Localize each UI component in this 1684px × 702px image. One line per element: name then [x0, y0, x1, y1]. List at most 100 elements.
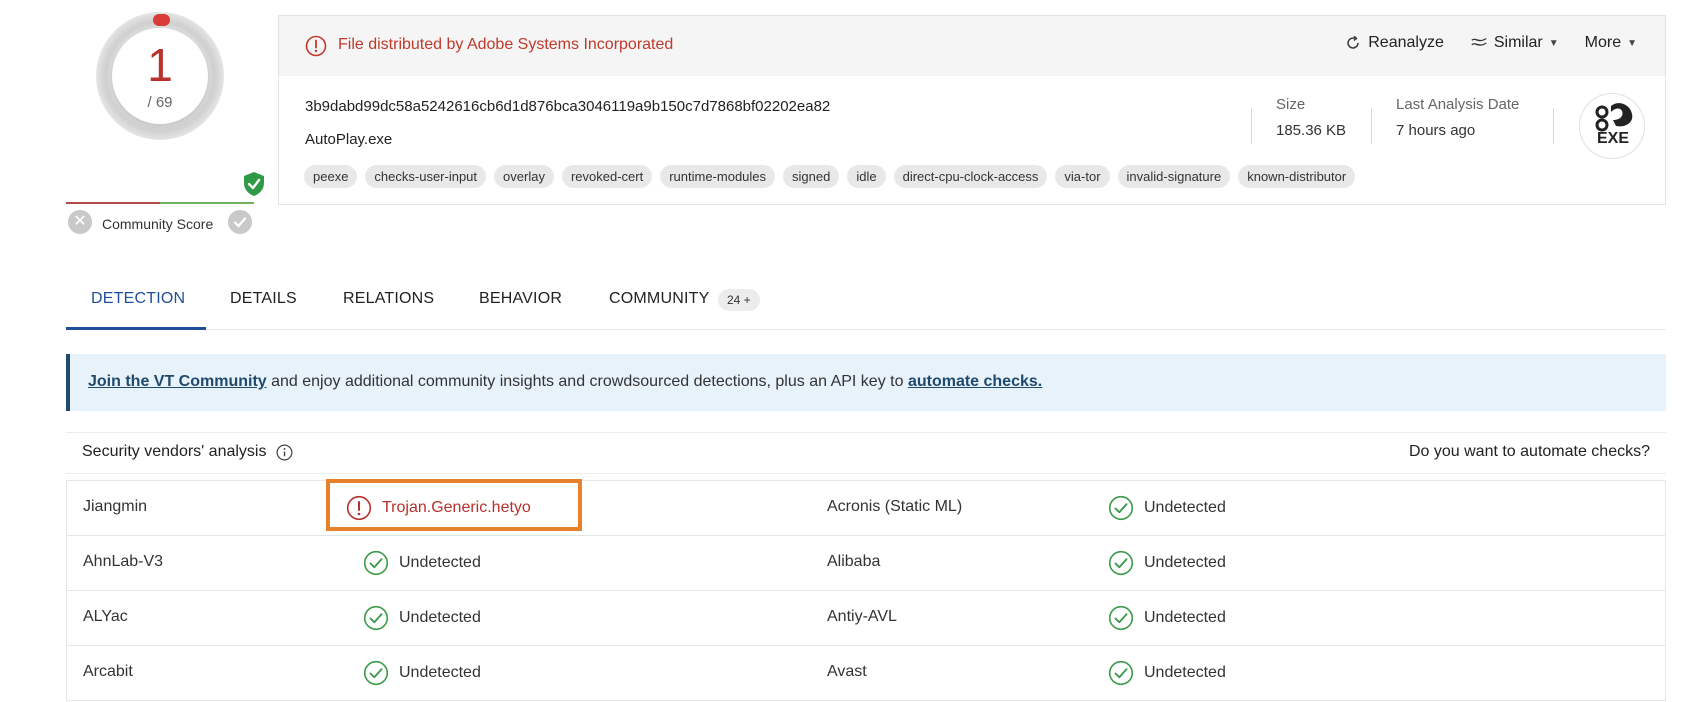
- vendor-result-clean: Undetected: [1108, 605, 1226, 631]
- vendor-result-label: Undetected: [1144, 554, 1226, 571]
- file-type-exe-icon: EXE: [1579, 93, 1645, 159]
- file-tags: peexe checks-user-input overlay revoked-…: [304, 165, 1356, 188]
- similar-dropdown[interactable]: Similar ▼: [1470, 34, 1559, 52]
- check-circle-icon: [1108, 495, 1134, 521]
- banner-message: and enjoy additional community insights …: [266, 373, 908, 390]
- file-size-label: Size: [1276, 96, 1306, 113]
- report-tabs: DETECTION DETAILS RELATIONS BEHAVIOR COM…: [66, 284, 1666, 330]
- reanalyze-button[interactable]: Reanalyze: [1344, 34, 1444, 52]
- join-community-link[interactable]: Join the VT Community: [88, 373, 267, 390]
- refresh-icon: [1347, 35, 1359, 49]
- last-analysis-value: 7 hours ago: [1396, 122, 1476, 139]
- vendor-name: Arcabit: [83, 663, 133, 680]
- gauge-detection-marker: [153, 14, 170, 26]
- vendor-result-clean: Undetected: [1108, 660, 1226, 686]
- community-banner-text: Join the VT Community and enjoy addition…: [88, 373, 1042, 391]
- similar-label: Similar: [1493, 34, 1543, 51]
- file-summary-card: File distributed by Adobe Systems Incorp…: [278, 15, 1666, 205]
- highlight-box: [326, 479, 582, 531]
- tab-behavior[interactable]: BEHAVIOR: [479, 290, 562, 308]
- vendor-name: Avast: [827, 663, 867, 680]
- score-bar-negative: [66, 202, 160, 204]
- shield-check-icon: [244, 172, 264, 196]
- last-analysis: Last Analysis Date 7 hours ago: [1396, 96, 1519, 139]
- tab-relations[interactable]: RELATIONS: [343, 290, 434, 308]
- table-row: Jiangmin Trojan.Generic.hetyo Acronis (S…: [66, 479, 1666, 536]
- vendor-name: ALYac: [83, 608, 128, 625]
- file-hash[interactable]: 3b9dabd99dc58a5242616cb6d1d876bca3046119…: [305, 98, 830, 115]
- reanalyze-label: Reanalyze: [1368, 34, 1444, 51]
- score-bar-positive: [160, 202, 254, 204]
- vendor-result-clean: Undetected: [363, 660, 481, 686]
- file-size: Size 185.36 KB: [1276, 96, 1346, 139]
- vendor-result-label: Undetected: [399, 554, 481, 571]
- tag-invalid-signature[interactable]: invalid-signature: [1117, 165, 1231, 188]
- active-tab-indicator: [66, 327, 206, 330]
- tag-revoked-cert[interactable]: revoked-cert: [561, 165, 653, 188]
- tab-details[interactable]: DETAILS: [230, 290, 297, 308]
- last-analysis-label: Last Analysis Date: [1396, 96, 1520, 113]
- tag-peexe[interactable]: peexe: [304, 165, 358, 188]
- vote-harmless-button[interactable]: [228, 210, 252, 234]
- tag-idle[interactable]: idle: [847, 165, 886, 188]
- vote-harmful-button[interactable]: ✕: [68, 210, 92, 234]
- detection-count: 1: [147, 39, 173, 91]
- vendors-table: Jiangmin Trojan.Generic.hetyo Acronis (S…: [66, 479, 1666, 701]
- vendor-result-clean: Undetected: [363, 550, 481, 576]
- similar-icon: [1471, 37, 1487, 46]
- vendors-title-text: Security vendors' analysis: [82, 443, 267, 460]
- vendors-section-header: Security vendors' analysis Do you want t…: [66, 432, 1666, 474]
- tag-signed[interactable]: signed: [783, 165, 840, 188]
- table-row: ALYac Undetected Antiy-AVL Undetected: [66, 591, 1666, 646]
- vendor-result-label: Undetected: [1144, 664, 1226, 681]
- file-size-value: 185.36 KB: [1276, 122, 1347, 139]
- vendor-result-clean: Undetected: [1108, 550, 1226, 576]
- detection-gauge: 1 / 69: [96, 12, 224, 140]
- vendors-title: Security vendors' analysis: [82, 443, 293, 461]
- tag-runtime-modules[interactable]: runtime-modules: [660, 165, 776, 188]
- chevron-down-icon: ▼: [1627, 37, 1637, 49]
- vendor-result-label: Undetected: [1144, 499, 1226, 516]
- detection-score-widget: 1 / 69 ✕ Community Score: [66, 12, 264, 242]
- tag-direct-cpu-clock-access[interactable]: direct-cpu-clock-access: [893, 165, 1048, 188]
- check-icon: [233, 217, 247, 228]
- file-name: AutoPlay.exe: [305, 131, 393, 148]
- info-icon[interactable]: [276, 444, 293, 461]
- tag-via-tor[interactable]: via-tor: [1055, 165, 1110, 188]
- vendor-name: Antiy-AVL: [827, 608, 897, 625]
- meta-divider: [1553, 108, 1554, 144]
- vendor-name: AhnLab-V3: [83, 553, 164, 570]
- community-count-badge: 24 +: [718, 289, 760, 311]
- automate-checks-prompt[interactable]: Do you want to automate checks?: [1409, 443, 1650, 461]
- check-circle-icon: [1108, 605, 1134, 631]
- table-row: AhnLab-V3 Undetected Alibaba Undetected: [66, 536, 1666, 591]
- alert-circle-icon: [305, 35, 327, 57]
- automate-checks-link[interactable]: automate checks.: [908, 373, 1042, 390]
- vendor-name: Alibaba: [827, 553, 881, 570]
- check-circle-icon: [363, 660, 389, 686]
- tag-known-distributor[interactable]: known-distributor: [1238, 165, 1356, 188]
- vendor-result-clean: Undetected: [363, 605, 481, 631]
- vendor-name: Acronis (Static ML): [827, 498, 963, 515]
- tab-community[interactable]: COMMUNITY: [609, 290, 709, 308]
- tag-overlay[interactable]: overlay: [494, 165, 554, 188]
- tab-detection[interactable]: DETECTION: [91, 290, 185, 308]
- meta-divider: [1251, 108, 1252, 144]
- check-circle-icon: [363, 550, 389, 576]
- community-score-bar: [66, 202, 254, 204]
- distributor-alert-text: File distributed by Adobe Systems Incorp…: [338, 36, 674, 53]
- chevron-down-icon: ▼: [1548, 37, 1559, 49]
- vendor-name: Jiangmin: [83, 498, 148, 515]
- vendor-result-label: Undetected: [399, 664, 481, 681]
- community-score-label: Community Score: [102, 216, 214, 232]
- vendor-result-label: Undetected: [399, 609, 481, 626]
- distributor-alert-bar: File distributed by Adobe Systems Incorp…: [279, 16, 1665, 76]
- tag-checks-user-input[interactable]: checks-user-input: [365, 165, 487, 188]
- vendor-result-clean: Undetected: [1108, 495, 1226, 521]
- file-actions: Reanalyze Similar ▼ More ▼: [1344, 34, 1637, 52]
- file-type-label: EXE: [1596, 130, 1629, 147]
- meta-divider: [1371, 108, 1372, 144]
- more-dropdown[interactable]: More ▼: [1585, 34, 1637, 52]
- vendor-result-label: Undetected: [1144, 609, 1226, 626]
- community-banner: Join the VT Community and enjoy addition…: [66, 354, 1666, 411]
